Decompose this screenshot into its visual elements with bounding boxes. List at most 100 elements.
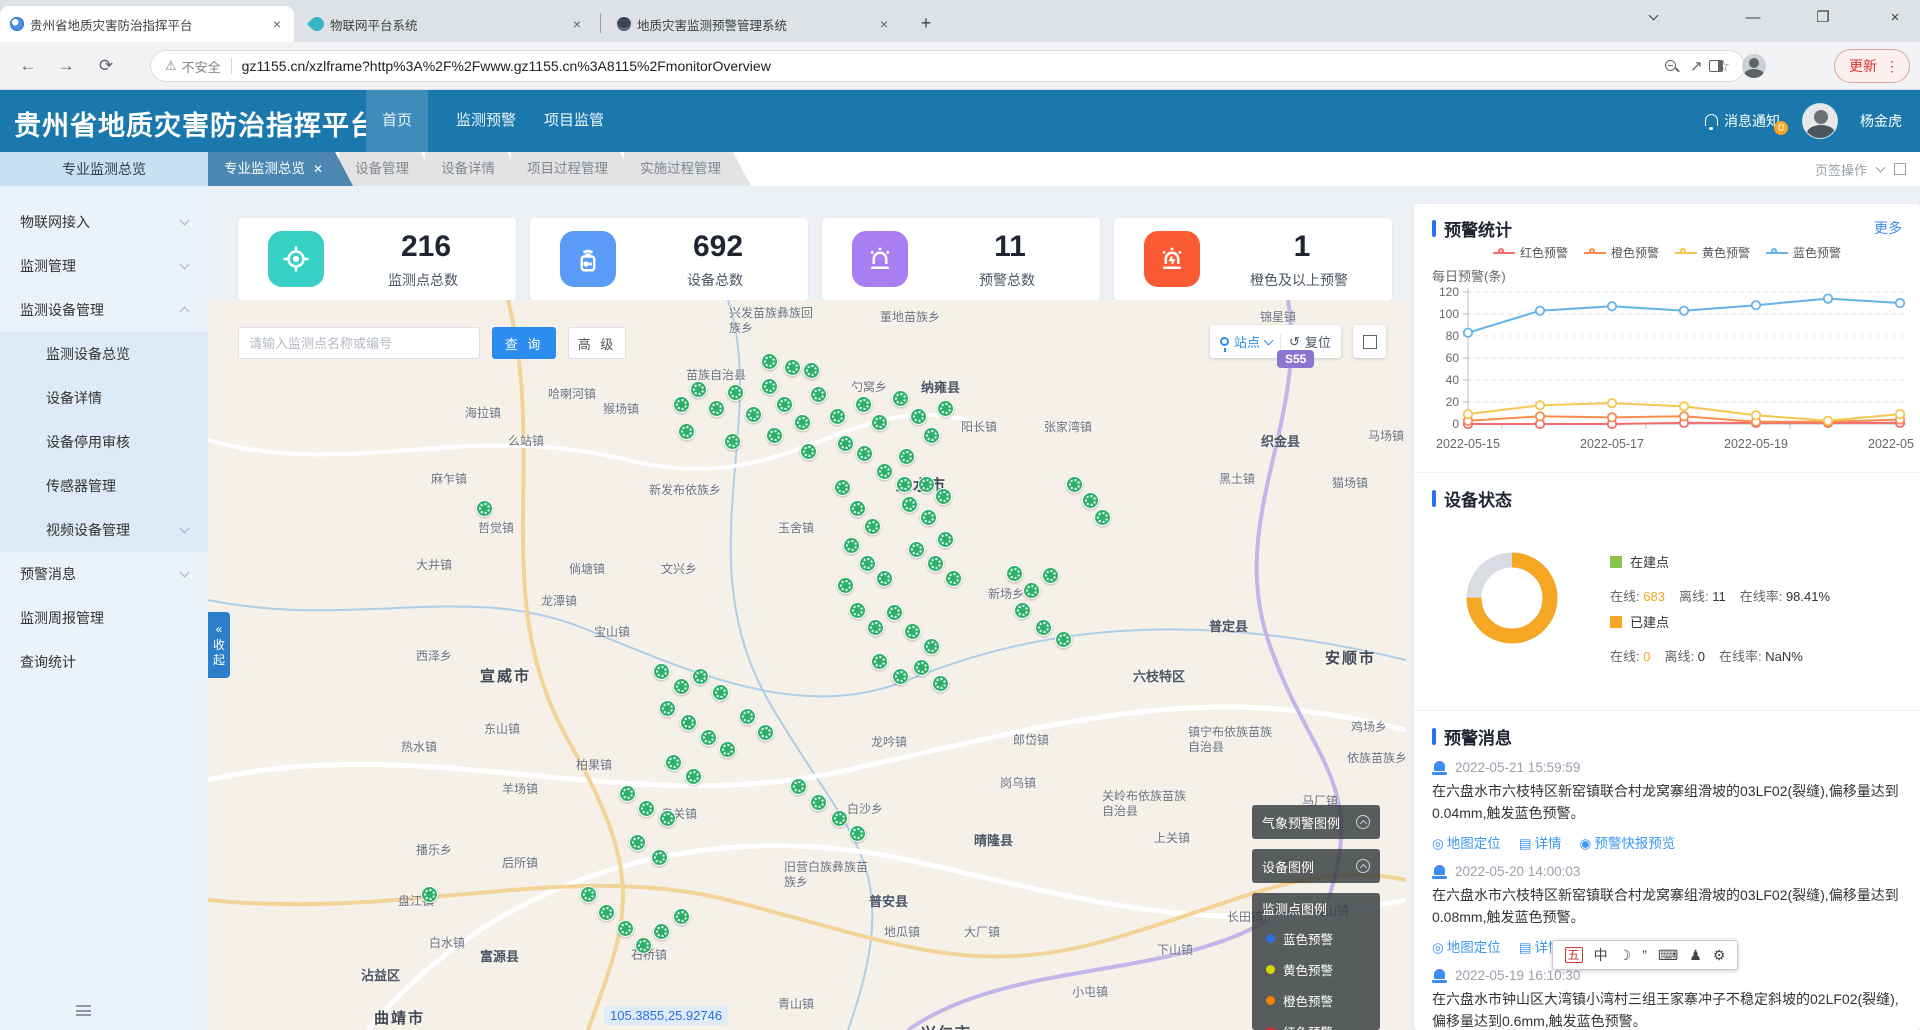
sidebar-item-device-management[interactable]: 监测设备管理 [0,288,208,332]
reload-button[interactable]: ⟳ [92,52,120,80]
map-marker[interactable] [761,353,778,370]
tab2-close-icon[interactable]: × [570,16,584,32]
map-marker[interactable] [673,678,690,695]
map-marker[interactable] [803,362,820,379]
map-marker[interactable] [892,390,909,407]
map-marker[interactable] [876,570,893,587]
search-input[interactable] [238,327,480,359]
sidebar-item-iot-access[interactable]: 物联网接入 [0,200,208,244]
window-close-button[interactable]: × [1872,0,1918,34]
map-marker[interactable] [712,684,729,701]
nav-monitor-warning[interactable]: 监测预警 [440,90,532,152]
map-marker[interactable] [673,908,690,925]
map-marker[interactable] [708,400,725,417]
map-marker[interactable] [810,794,827,811]
map-marker[interactable] [800,443,817,460]
map-marker[interactable] [923,427,940,444]
map-marker[interactable] [727,384,744,401]
map-marker[interactable] [638,800,655,817]
security-warning[interactable]: ⚠不安全 [165,57,221,76]
sidebar-collapse-tab[interactable]: « 收起 [208,612,230,678]
map-marker[interactable] [794,414,811,431]
map-marker[interactable] [932,675,949,692]
map-marker[interactable] [653,923,670,940]
reset-button[interactable]: ↺复位 [1289,332,1331,351]
map-marker[interactable] [619,785,636,802]
sidebar-item-device-overview[interactable]: 监测设备总览 [0,332,208,376]
worktab-monitor-overview[interactable]: 专业监测总览✕ [208,152,353,186]
map-canvas[interactable]: 兴发苗族彝族回族乡董地苗族乡锦星镇哈喇河镇猴场镇苗族自治县海拉镇么站镇麻乍镇勺窝… [208,300,1406,1030]
tab3-close-icon[interactable]: × [877,16,891,32]
map-marker[interactable] [849,500,866,517]
map-marker[interactable] [935,488,952,505]
chart-legend-item[interactable]: 红色预警 [1493,244,1568,261]
map-marker[interactable] [937,400,954,417]
map-marker[interactable] [810,386,827,403]
map-marker[interactable] [937,531,954,548]
profile-avatar[interactable] [1740,52,1768,80]
map-marker[interactable] [665,754,682,771]
map-marker[interactable] [871,653,888,670]
map-marker[interactable] [945,570,962,587]
map-marker[interactable] [856,445,873,462]
map-marker[interactable] [896,476,913,493]
map-marker[interactable] [629,834,646,851]
search-button[interactable]: 查 询 [492,327,556,359]
map-marker[interactable] [898,448,915,465]
share-icon[interactable]: ↗ [1690,57,1703,75]
worktab-implementation[interactable]: 实施过程管理 [624,152,751,186]
map-marker[interactable] [849,602,866,619]
ime-icon-1[interactable]: 中 [1594,945,1608,965]
nav-home[interactable]: 首页 [366,90,428,152]
map-marker[interactable] [908,541,925,558]
map-marker[interactable] [892,668,909,685]
browser-tab-3[interactable]: 地质灾害监测预警管理系统 × [607,6,901,42]
map-marker[interactable] [1006,565,1023,582]
chart-legend-item[interactable]: 黄色预警 [1675,244,1750,261]
sidebar-item-warning-messages[interactable]: 预警消息 [0,552,208,596]
map-marker[interactable] [673,396,690,413]
map-marker[interactable] [859,555,876,572]
map-marker[interactable] [1066,476,1083,493]
map-marker[interactable] [653,663,670,680]
chart-legend-item[interactable]: 蓝色预警 [1766,244,1841,261]
map-marker[interactable] [651,849,668,866]
sidebar-item-weekly-report[interactable]: 监测周报管理 [0,596,208,640]
sidebar-item-device-detail[interactable]: 设备详情 [0,376,208,420]
collapse-circle-icon[interactable] [1356,815,1370,829]
user-avatar[interactable] [1802,103,1838,139]
map-marker[interactable] [700,729,717,746]
weather-legend-box[interactable]: 气象预警图例 [1252,805,1380,839]
map-marker[interactable] [855,396,872,413]
ime-icon-4[interactable]: ⌨ [1658,947,1678,964]
map-marker[interactable] [904,623,921,640]
map-fullscreen-button[interactable] [1353,325,1386,358]
window-restore-button[interactable]: ❐ [1800,0,1846,34]
side-panel-icon[interactable] [1702,52,1730,80]
map-marker[interactable] [598,904,615,921]
more-link[interactable]: 更多 [1874,218,1902,238]
map-marker[interactable] [1082,492,1099,509]
map-marker[interactable] [867,619,884,636]
map-marker[interactable] [635,937,652,954]
preview-link[interactable]: ◉预警快报预览 [1580,832,1676,852]
browser-update-button[interactable]: 更新 ⋮ [1834,49,1910,83]
expand-icon[interactable] [1894,163,1906,175]
map-marker[interactable] [719,741,736,758]
tab-operations[interactable]: 页签操作 [1815,160,1867,179]
map-locate-link[interactable]: ◎地图定位 [1432,936,1501,956]
map-marker[interactable] [690,381,707,398]
sidebar-item-device-disable-review[interactable]: 设备停用审核 [0,420,208,464]
sidebar-item-monitor-management[interactable]: 监测管理 [0,244,208,288]
ime-icon-5[interactable]: ♟ [1689,947,1702,964]
worktab-device-detail[interactable]: 设备详情 [425,152,525,186]
map-marker[interactable] [871,414,888,431]
map-marker[interactable] [685,768,702,785]
map-marker[interactable] [692,668,709,685]
ime-icon-0[interactable]: 五 [1565,947,1583,963]
worktab-device-management[interactable]: 设备管理 [339,152,439,186]
detail-link[interactable]: ▤详情 [1519,832,1562,852]
map-marker[interactable] [886,604,903,621]
map-marker[interactable] [837,577,854,594]
map-marker[interactable] [864,518,881,535]
